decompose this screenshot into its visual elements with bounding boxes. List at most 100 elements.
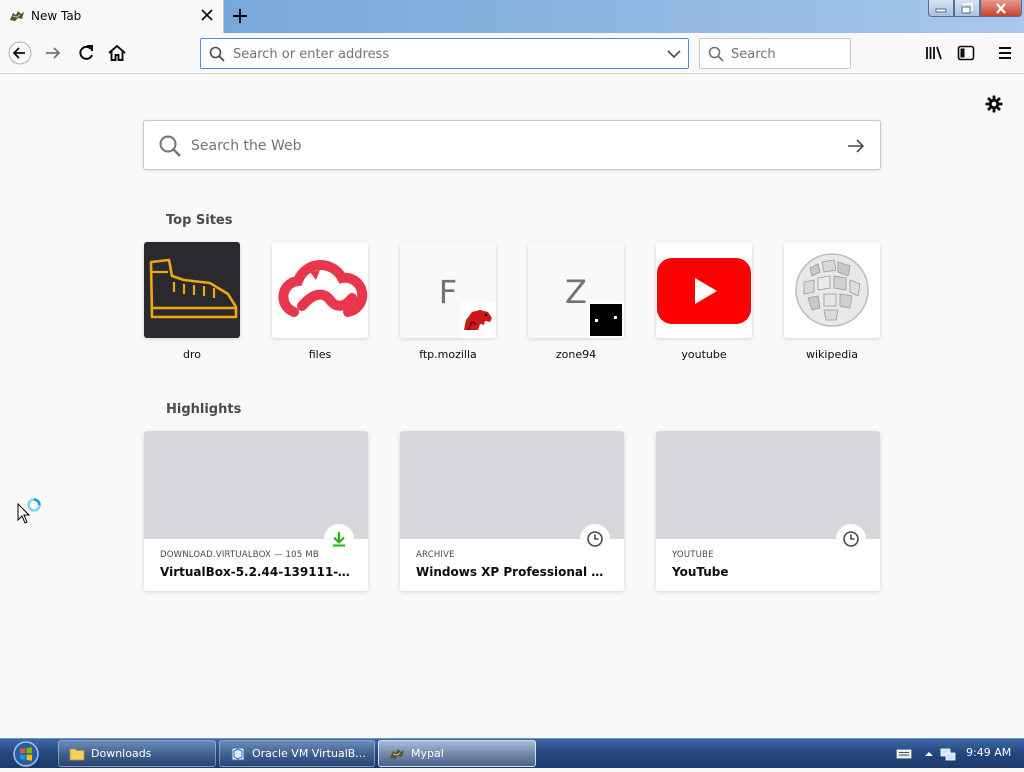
card-source: YOUTUBE: [672, 550, 714, 560]
card-thumbnail: [400, 431, 624, 539]
taskbar-item-label: Mypal: [411, 747, 444, 760]
top-site-tile[interactable]: dro: [144, 242, 240, 361]
back-button[interactable]: [8, 41, 32, 65]
sidebar-icon: [957, 45, 975, 61]
search-input[interactable]: [731, 45, 843, 63]
menu-button[interactable]: [993, 41, 1017, 65]
home-button[interactable]: [105, 41, 129, 65]
library-button[interactable]: [922, 41, 946, 65]
tile-thumbnail: [784, 242, 880, 338]
tile-thumbnail: [656, 242, 752, 338]
tile-favicon: [588, 302, 624, 338]
restore-icon: [961, 2, 973, 13]
youtube-play-icon: [657, 258, 751, 324]
window-controls: [928, 0, 1022, 18]
home-icon: [108, 44, 126, 61]
tile-label: dro: [183, 348, 201, 361]
search-icon: [708, 46, 724, 62]
taskbar-item-virtualbox[interactable]: Oracle VM VirtualB...: [219, 740, 375, 767]
keyboard-icon[interactable]: [896, 748, 912, 760]
card-thumbnail: [144, 431, 368, 539]
tile-label: wikipedia: [805, 348, 858, 361]
taskbar-item-label: Downloads: [91, 747, 152, 760]
web-search-box[interactable]: [143, 120, 881, 170]
forward-button[interactable]: [41, 41, 65, 65]
close-window-button[interactable]: [980, 0, 1022, 17]
busy-cursor-icon: [17, 498, 41, 524]
tile-thumbnail: F: [400, 242, 496, 338]
tile-label: ftp.mozilla: [419, 348, 477, 361]
tile-thumbnail: [272, 242, 368, 338]
top-site-tile[interactable]: F ftp.mozilla: [400, 242, 496, 361]
start-button[interactable]: [6, 740, 46, 768]
forward-arrow-icon: [46, 47, 61, 59]
card-title: YouTube: [672, 565, 729, 579]
taskbar-clock[interactable]: 9:49 AM: [966, 746, 1011, 759]
search-bar[interactable]: [699, 38, 851, 69]
show-hidden-icons-icon[interactable]: [924, 750, 934, 758]
restore-button[interactable]: [954, 0, 980, 17]
library-icon: [926, 46, 942, 60]
tab-title: New Tab: [31, 9, 82, 23]
back-arrow-icon: [8, 41, 32, 65]
card-type-badge: [580, 524, 610, 554]
cloud-link-icon: [278, 260, 368, 317]
close-window-icon: [996, 2, 1006, 14]
navigation-bar: [0, 33, 1024, 74]
tile-label: files: [308, 348, 332, 361]
top-sites-heading: Top Sites: [166, 213, 233, 228]
clock-icon: [843, 531, 859, 547]
search-icon: [159, 135, 181, 157]
reload-icon: [79, 45, 93, 60]
download-icon: [333, 532, 345, 547]
gear-icon[interactable]: [984, 94, 1004, 114]
taskbar-item-label: Oracle VM VirtualB...: [252, 747, 366, 760]
wikipedia-globe-icon: [795, 253, 869, 327]
mypal-icon: [390, 749, 404, 759]
top-site-tile[interactable]: wikipedia: [784, 242, 880, 361]
folder-icon: [69, 748, 85, 761]
card-title: VirtualBox-5.2.44-139111-Win....: [160, 565, 356, 579]
tile-thumbnail: Z: [528, 242, 624, 338]
card-source: ARCHIVE: [416, 550, 455, 560]
card-title: Windows XP Professional Reduc...: [416, 565, 612, 579]
tile-favicon: [460, 302, 496, 338]
red-dino-icon: [464, 310, 492, 331]
network-icon[interactable]: [940, 746, 956, 762]
card-type-badge: [324, 524, 354, 554]
arrow-right-icon[interactable]: [844, 134, 868, 158]
minimize-icon: [935, 8, 947, 13]
search-icon: [209, 46, 225, 62]
hamburger-menu-icon: [999, 47, 1011, 59]
tab-new-tab[interactable]: New Tab: [0, 0, 224, 33]
minimize-button[interactable]: [928, 0, 954, 17]
highlight-card[interactable]: ARCHIVE Windows XP Professional Reduc...: [400, 431, 624, 591]
card-type-badge: [836, 524, 866, 554]
card-source: DOWNLOAD.VIRTUALBOX — 105 MB: [160, 550, 319, 560]
clock-icon: [587, 531, 603, 547]
tile-label: zone94: [555, 348, 597, 361]
taskbar: Downloads Oracle VM VirtualB... Mypal 9:…: [0, 738, 1024, 768]
web-search-input[interactable]: [191, 135, 831, 157]
address-bar[interactable]: [200, 38, 689, 69]
title-bar: New Tab: [0, 0, 1024, 33]
windows-start-icon: [13, 741, 39, 767]
taskbar-item-downloads[interactable]: Downloads: [58, 740, 216, 767]
tile-label: youtube: [681, 348, 727, 361]
highlight-card[interactable]: DOWNLOAD.VIRTUALBOX — 105 MB VirtualBox-…: [144, 431, 368, 591]
highlight-card[interactable]: YOUTUBE YouTube: [656, 431, 880, 591]
address-input[interactable]: [233, 45, 653, 63]
boot-icon: [149, 258, 238, 319]
tile-thumbnail: [144, 242, 240, 338]
top-site-tile[interactable]: youtube: [656, 242, 752, 361]
top-site-tile[interactable]: Z zone94: [528, 242, 624, 361]
highlights-heading: Highlights: [166, 402, 242, 417]
top-site-tile[interactable]: files: [272, 242, 368, 361]
new-tab-plus-icon[interactable]: [229, 5, 251, 27]
reload-button[interactable]: [74, 41, 98, 65]
chevron-down-icon[interactable]: [666, 46, 682, 62]
taskbar-item-mypal[interactable]: Mypal: [378, 740, 536, 767]
close-tab-icon[interactable]: [198, 6, 216, 24]
card-thumbnail: [656, 431, 880, 539]
sidebar-button[interactable]: [954, 41, 978, 65]
